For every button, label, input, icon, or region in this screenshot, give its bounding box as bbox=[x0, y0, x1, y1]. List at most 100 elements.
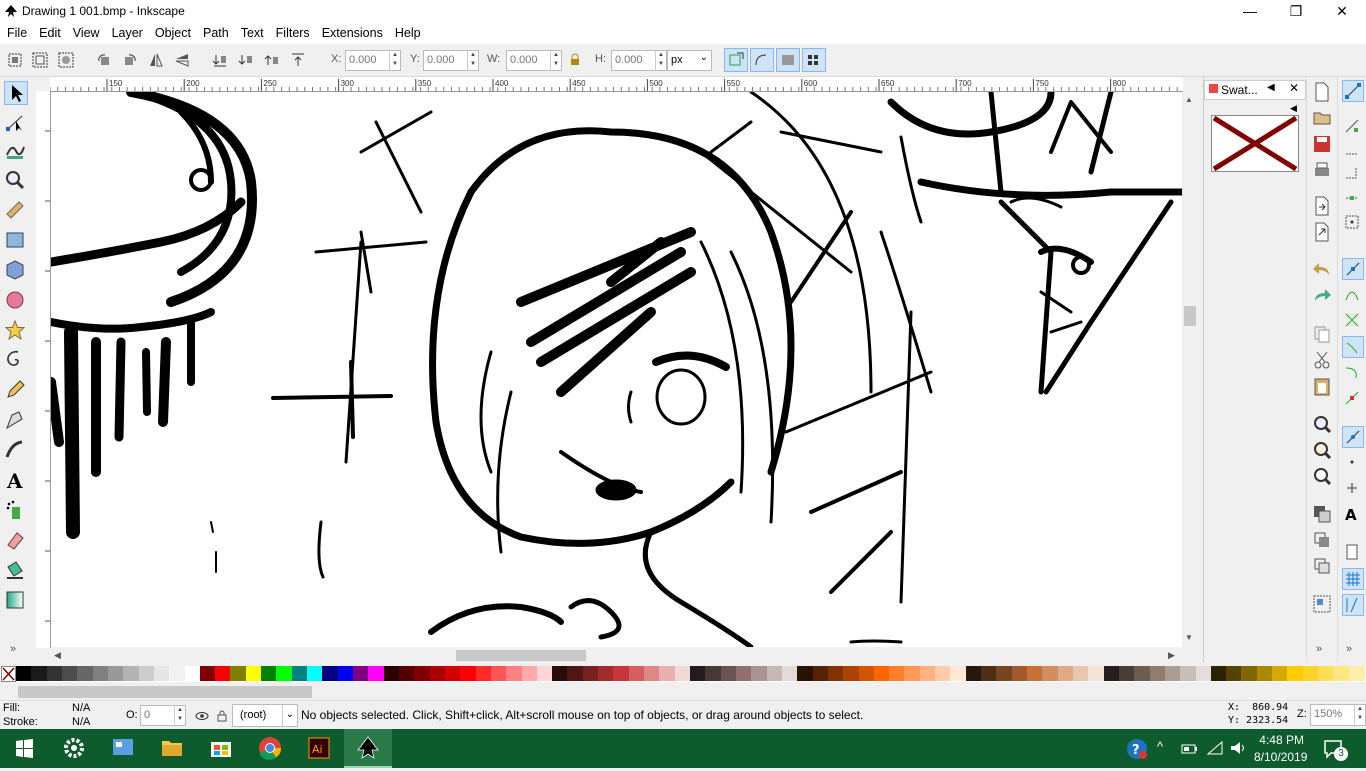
palette-swatch[interactable] bbox=[659, 666, 676, 681]
star-tool[interactable] bbox=[4, 319, 28, 343]
clone-button[interactable] bbox=[1311, 529, 1333, 551]
battery-icon[interactable] bbox=[1181, 742, 1199, 756]
paint-bucket-tool[interactable] bbox=[4, 559, 28, 583]
palette-swatch[interactable] bbox=[153, 666, 170, 681]
pencil-tool[interactable] bbox=[4, 379, 28, 403]
layer-lock-icon[interactable] bbox=[215, 709, 229, 723]
measure-tool[interactable] bbox=[4, 199, 28, 223]
invert-selection-icon[interactable] bbox=[58, 52, 74, 68]
eraser-tool[interactable] bbox=[4, 529, 28, 553]
palette-swatch[interactable] bbox=[598, 666, 615, 681]
spiral-tool[interactable] bbox=[4, 349, 28, 373]
palette-swatch[interactable] bbox=[383, 666, 400, 681]
palette-swatch[interactable] bbox=[353, 666, 369, 681]
snap-overflow-icon[interactable]: » bbox=[1346, 643, 1352, 655]
selector-tool[interactable] bbox=[4, 81, 28, 105]
w-input[interactable] bbox=[507, 51, 550, 68]
select-all-icon[interactable] bbox=[7, 52, 23, 68]
palette-swatch[interactable] bbox=[797, 666, 814, 681]
snap-smooth-nodes-toggle[interactable] bbox=[1342, 362, 1364, 384]
taskbar-illustrator[interactable]: Ai bbox=[295, 729, 343, 768]
paste-button[interactable] bbox=[1311, 375, 1333, 397]
snap-object-centers-toggle[interactable] bbox=[1342, 452, 1364, 474]
import-button[interactable] bbox=[1311, 195, 1333, 217]
palette-swatch[interactable] bbox=[61, 666, 78, 681]
palette-swatch[interactable] bbox=[1256, 666, 1273, 681]
palette-swatch[interactable] bbox=[552, 666, 569, 681]
palette-swatch[interactable] bbox=[613, 666, 630, 681]
redo-button[interactable] bbox=[1311, 285, 1333, 307]
unlink-clone-button[interactable] bbox=[1311, 555, 1333, 577]
x-stepper[interactable]: ▲ ▼ bbox=[389, 51, 400, 70]
palette-swatch[interactable] bbox=[291, 666, 308, 681]
move-gradients-toggle[interactable] bbox=[776, 48, 800, 72]
rotate-ccw-icon[interactable] bbox=[96, 52, 112, 68]
palette-swatch[interactable] bbox=[1057, 666, 1074, 681]
snap-guides-toggle[interactable] bbox=[1342, 594, 1364, 616]
new-document-button[interactable] bbox=[1311, 81, 1333, 103]
snap-rotation-center-toggle[interactable] bbox=[1342, 478, 1364, 500]
horizontal-scrollbar[interactable]: ◀ ▶ bbox=[50, 648, 1183, 663]
palette-swatch[interactable] bbox=[1042, 666, 1059, 681]
pen-tool[interactable] bbox=[4, 409, 28, 433]
scroll-down-icon[interactable]: ▼ bbox=[1185, 633, 1193, 642]
snap-bbox-edge-toggle[interactable] bbox=[1342, 140, 1364, 162]
palette-swatch[interactable] bbox=[812, 666, 829, 681]
h-stepper[interactable]: ▲ ▼ bbox=[655, 51, 666, 70]
palette-swatch[interactable] bbox=[245, 666, 262, 681]
taskbar-settings[interactable] bbox=[50, 729, 98, 768]
x-input[interactable] bbox=[346, 51, 389, 68]
palette-swatch[interactable] bbox=[567, 666, 584, 681]
layer-select[interactable]: (root) ⌄ bbox=[232, 704, 298, 727]
palette-swatch[interactable] bbox=[582, 666, 599, 681]
panel-menu-icon[interactable]: ◀ bbox=[1290, 103, 1297, 114]
snap-others-toggle[interactable] bbox=[1342, 426, 1364, 448]
scroll-up-icon[interactable]: ▲ bbox=[1185, 95, 1193, 104]
palette-swatch[interactable] bbox=[1210, 666, 1227, 681]
snap-cusp-nodes-toggle[interactable] bbox=[1342, 336, 1364, 358]
no-color-swatch[interactable] bbox=[1, 666, 16, 682]
lower-to-bottom-icon[interactable] bbox=[212, 52, 228, 68]
palette-swatch[interactable] bbox=[935, 666, 952, 681]
gradient-tool[interactable] bbox=[4, 589, 28, 613]
palette-swatch[interactable] bbox=[981, 666, 998, 681]
palette-swatch[interactable] bbox=[950, 666, 967, 681]
layer-visibility-icon[interactable] bbox=[195, 709, 209, 723]
taskbar-control-panel[interactable] bbox=[99, 729, 147, 768]
palette-swatch[interactable] bbox=[827, 666, 844, 681]
palette-swatch[interactable] bbox=[16, 666, 32, 681]
w-stepper[interactable]: ▲ ▼ bbox=[550, 51, 561, 70]
taskbar-inkscape[interactable] bbox=[344, 729, 392, 768]
palette-swatch[interactable] bbox=[644, 666, 661, 681]
snap-paths-toggle[interactable] bbox=[1342, 284, 1364, 306]
swatches-tab[interactable]: Swat... ◀ ✕ bbox=[1204, 80, 1306, 100]
zoom-page-button[interactable] bbox=[1311, 465, 1333, 487]
palette-swatch[interactable] bbox=[751, 666, 768, 681]
snap-enable-toggle[interactable] bbox=[1342, 80, 1364, 102]
palette-scrollbar[interactable] bbox=[0, 684, 1366, 700]
zoom-input[interactable] bbox=[1311, 705, 1354, 722]
taskbar-store[interactable] bbox=[197, 729, 245, 768]
wifi-icon[interactable] bbox=[1206, 740, 1224, 756]
palette-swatch[interactable] bbox=[138, 666, 155, 681]
palette-swatch[interactable] bbox=[230, 666, 247, 681]
palette-swatch[interactable] bbox=[873, 666, 890, 681]
palette-swatch[interactable] bbox=[965, 666, 982, 681]
menu-path[interactable]: Path bbox=[196, 23, 234, 40]
palette-swatch[interactable] bbox=[1318, 666, 1335, 681]
menu-object[interactable]: Object bbox=[148, 23, 196, 40]
help-tray-icon[interactable]: ? bbox=[1125, 737, 1149, 761]
palette-swatch[interactable] bbox=[766, 666, 783, 681]
palette-swatch[interactable] bbox=[1088, 666, 1105, 681]
palette-swatch[interactable] bbox=[628, 666, 645, 681]
palette-swatch[interactable] bbox=[46, 666, 63, 681]
drawing-canvas[interactable] bbox=[51, 92, 1182, 647]
palette-swatch[interactable] bbox=[674, 666, 691, 681]
palette-swatch[interactable] bbox=[107, 666, 124, 681]
lower-icon[interactable] bbox=[238, 52, 254, 68]
scale-stroke-toggle[interactable] bbox=[724, 48, 748, 72]
opacity-field[interactable]: ▲▼ bbox=[140, 705, 186, 726]
group-button[interactable] bbox=[1311, 593, 1333, 615]
rotate-cw-icon[interactable] bbox=[122, 52, 138, 68]
palette-swatch[interactable] bbox=[1241, 666, 1258, 681]
